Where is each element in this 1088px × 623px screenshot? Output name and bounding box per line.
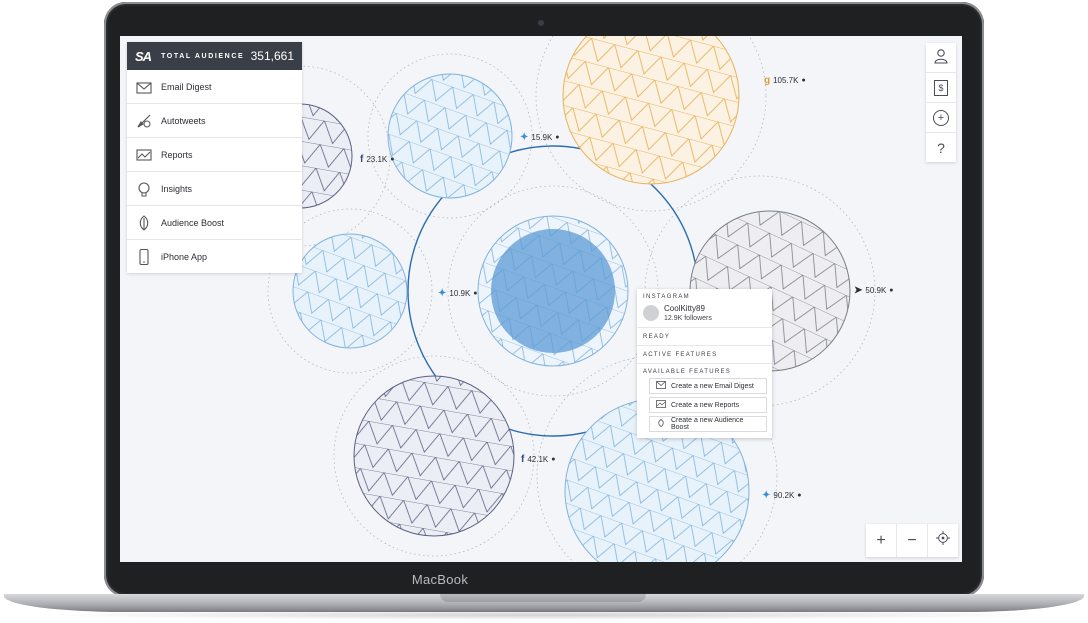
user-icon: ● (797, 492, 802, 499)
sphere-facebook-bottom[interactable] (353, 375, 515, 537)
sidebar-item-label: Reports (161, 149, 193, 160)
available-features-label: AVAILABLE FEATURES (643, 369, 732, 375)
total-audience-header: SA TOTAL AUDIENCE 351,661 (127, 42, 302, 70)
sidebar-item-reports[interactable]: Reports (127, 138, 302, 172)
node-value: 90.2K (773, 491, 795, 500)
total-audience-value: 351,661 (250, 49, 294, 63)
recenter-button[interactable] (928, 524, 958, 557)
available-features-section: AVAILABLE FEATURES Create a new Email Di… (637, 364, 772, 438)
node-value: 42.1K (527, 455, 549, 464)
envelope-icon (656, 381, 666, 391)
twitter-icon: ✦ (762, 490, 771, 501)
sphere-twitter-top[interactable] (387, 73, 513, 199)
sidebar-item-label: Insights (161, 183, 193, 194)
autotweet-icon (127, 112, 161, 130)
sidebar-item-label: iPhone App (161, 251, 208, 262)
reports-icon (127, 146, 161, 164)
user-icon: ● (390, 156, 395, 163)
twitter-icon: ✦ (520, 132, 529, 143)
zoom-in-button[interactable]: + (866, 524, 897, 557)
sidebar-item-insights[interactable]: Insights (127, 172, 302, 206)
twitter-icon: ✦ (438, 288, 447, 299)
active-features-label: ACTIVE FEATURES (643, 352, 718, 358)
follower-count: 12.9K followers (664, 315, 712, 322)
googleplus-icon: g (764, 75, 771, 86)
user-icon: ● (555, 134, 560, 141)
sidebar-item-iphone-app[interactable]: iPhone App (127, 240, 302, 273)
node-label-twitter-bottom: ✦ 90.2K ● (762, 490, 802, 501)
macbook-brand-label: MacBook (411, 572, 469, 587)
node-value: 23.1K (366, 155, 388, 164)
crosshair-icon (936, 531, 950, 550)
sidebar-item-autotweets[interactable]: Autotweets (127, 104, 302, 138)
zoom-controls: + − (866, 524, 958, 557)
node-label-twitter-top: ✦ 15.9K ● (520, 132, 560, 143)
help-button[interactable]: ? (926, 133, 956, 162)
sidebar: SA TOTAL AUDIENCE 351,661 Email Digest A… (127, 42, 302, 273)
profile-button[interactable] (926, 43, 956, 73)
user-icon: ● (551, 456, 556, 463)
sidebar-item-label: Email Digest (161, 81, 212, 92)
zoom-out-button[interactable]: − (897, 524, 928, 557)
reports-icon (656, 400, 666, 410)
add-network-button[interactable]: + (926, 103, 956, 133)
create-email-digest-button[interactable]: Create a new Email Digest (649, 378, 767, 394)
total-audience-label: TOTAL AUDIENCE (161, 52, 245, 60)
action-label: Create a new Audience Boost (671, 417, 744, 431)
create-audience-boost-button[interactable]: Create a new Audience Boost (649, 416, 767, 432)
node-label-facebook-bottom: f 42.1K ● (521, 454, 555, 465)
sphere-googleplus[interactable] (562, 36, 740, 185)
network-label: INSTAGRAM (643, 294, 690, 300)
node-value: 15.9K (531, 133, 553, 142)
action-label: Create a new Reports (671, 401, 740, 409)
create-reports-button[interactable]: Create a new Reports (649, 397, 767, 413)
app-logo: SA (135, 48, 152, 64)
account-info-card: INSTAGRAM CoolKitty89 12.9K followers RE… (637, 289, 772, 438)
node-label-twitter-left: ✦ 10.9K ● (438, 288, 478, 299)
avatar (643, 305, 659, 321)
sidebar-item-email-digest[interactable]: Email Digest (127, 70, 302, 104)
account-section: INSTAGRAM CoolKitty89 12.9K followers (637, 289, 772, 328)
sidebar-item-label: Audience Boost (161, 217, 225, 228)
node-label-googleplus: g 105.7K ● (764, 75, 806, 86)
leaf-icon (656, 419, 666, 429)
camera-icon (538, 20, 544, 26)
billing-button[interactable]: $ (926, 73, 956, 103)
status-section: READY (637, 328, 772, 346)
phone-icon (127, 248, 161, 266)
dollar-icon: $ (934, 79, 948, 96)
leaf-icon (127, 214, 161, 232)
active-features-section: ACTIVE FEATURES (637, 346, 772, 364)
node-label-telegram: ➤ 50.9K ● (854, 285, 894, 296)
send-icon: ➤ (854, 285, 863, 296)
node-value: 10.9K (449, 289, 471, 298)
envelope-icon (127, 78, 161, 96)
sidebar-item-label: Autotweets (161, 115, 206, 126)
action-label: Create a new Email Digest (671, 382, 754, 390)
user-icon: ● (801, 77, 806, 84)
laptop-shadow (30, 610, 1058, 620)
account-name: CoolKitty89 (664, 304, 705, 313)
user-icon: ● (473, 290, 478, 297)
sphere-instagram-selected[interactable] (477, 215, 629, 367)
app-screen: g 105.7K ● ✦ 15.9K ● f 23.1K ● ✦ 10.9K ●… (120, 36, 962, 562)
right-toolbar: $ + ? (926, 43, 956, 162)
help-icon: ? (937, 139, 945, 156)
user-icon (933, 48, 949, 67)
node-label-facebook-topleft: f 23.1K ● (360, 154, 394, 165)
node-value: 50.9K (865, 286, 887, 295)
plus-circle-icon: + (933, 109, 949, 126)
user-icon: ● (889, 287, 894, 294)
sphere-twitter-left[interactable] (292, 233, 408, 349)
facebook-icon: f (521, 454, 525, 465)
facebook-icon: f (360, 154, 364, 165)
status-label: READY (643, 334, 671, 340)
lightbulb-icon (127, 180, 161, 198)
node-value: 105.7K (773, 76, 799, 85)
sidebar-item-audience-boost[interactable]: Audience Boost (127, 206, 302, 240)
laptop-hinge-notch (440, 594, 646, 602)
